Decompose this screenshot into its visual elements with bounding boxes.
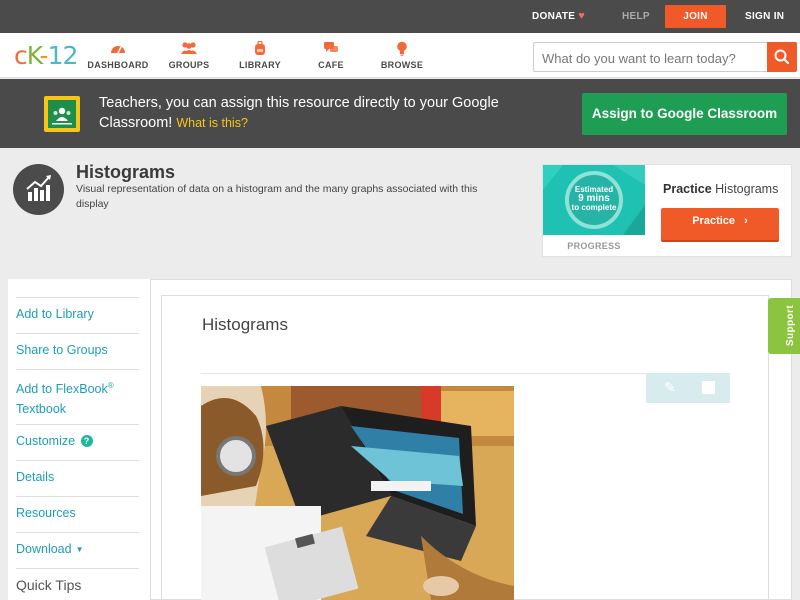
google-classroom-icon: [44, 96, 80, 132]
concept-chart-icon: [13, 164, 64, 215]
donate-label: DONATE: [532, 11, 576, 22]
search-box: [533, 42, 797, 72]
add-to-flexbook-textbook: Textbook: [16, 402, 67, 417]
quick-tips-heading[interactable]: Quick Tips: [16, 568, 139, 600]
nav-cafe[interactable]: CAFE: [296, 41, 366, 70]
lesson-photo: [201, 386, 514, 600]
join-button[interactable]: JOIN: [665, 5, 726, 28]
donate-link[interactable]: DONATE ♥: [532, 0, 585, 33]
main-nav-bar: cK-12 DASHBOARD GROUPS LIBRARY CAFE BROW…: [0, 33, 800, 78]
estimated-time-ring: Estimated 9 mins to complete: [565, 171, 623, 229]
add-to-library-link[interactable]: Add to Library: [16, 297, 139, 333]
concept-title: Histograms: [76, 162, 176, 182]
chat-bubbles-icon: [296, 41, 366, 57]
sign-in-link[interactable]: SIGN IN: [745, 0, 784, 33]
assign-to-google-classroom-button[interactable]: Assign to Google Classroom: [582, 93, 787, 135]
add-to-flexbook-link[interactable]: Add to FlexBook® Textbook: [16, 369, 139, 424]
practice-heading: Practice Histograms: [663, 182, 778, 196]
search-button[interactable]: [767, 42, 797, 72]
practice-heading-topic: Histograms: [715, 182, 779, 196]
share-to-groups-link[interactable]: Share to Groups: [16, 333, 139, 369]
nav-library[interactable]: LIBRARY: [225, 40, 295, 70]
google-classroom-banner: Teachers, you can assign this resource d…: [0, 79, 800, 148]
help-question-icon[interactable]: ?: [80, 435, 93, 447]
resources-link[interactable]: Resources: [16, 496, 139, 532]
ck12-logo[interactable]: cK-12: [14, 41, 78, 70]
nav-dashboard-label: DASHBOARD: [87, 60, 149, 70]
people-icon: [154, 41, 224, 57]
nav-browse[interactable]: BROWSE: [367, 41, 437, 70]
content-title: Histograms: [202, 315, 288, 334]
practice-card: Estimated 9 mins to complete PROGRESS Pr…: [542, 164, 792, 257]
concept-description: Visual representation of data on a histo…: [76, 183, 478, 210]
dashboard-gauge-icon: [83, 41, 153, 57]
edit-toolbar: ✎: [646, 373, 730, 403]
caret-down-icon: ▼: [75, 545, 84, 554]
search-input[interactable]: [542, 49, 762, 67]
support-label: Support: [785, 304, 797, 347]
notes-icon[interactable]: [702, 381, 715, 394]
classroom-banner-message: Teachers, you can assign this resource d…: [99, 95, 499, 131]
backpack-icon: [225, 40, 295, 57]
chevron-right-icon: ›: [744, 215, 748, 227]
ring-complete-label: to complete: [571, 203, 617, 212]
pencil-icon[interactable]: ✎: [664, 379, 676, 396]
progress-illustration: Estimated 9 mins to complete: [543, 165, 645, 235]
help-link[interactable]: HELP: [622, 0, 650, 33]
what-is-this-link[interactable]: What is this?: [176, 116, 248, 130]
top-utility-bar: DONATE ♥ HELP JOIN SIGN IN: [0, 0, 800, 33]
ring-minutes: 9 mins: [578, 193, 610, 204]
nav-dashboard[interactable]: DASHBOARD: [83, 41, 153, 70]
progress-label: PROGRESS: [567, 241, 621, 251]
download-label: Download: [16, 542, 72, 556]
customize-label: Customize: [16, 434, 76, 448]
nav-library-label: LIBRARY: [239, 60, 281, 70]
details-link[interactable]: Details: [16, 460, 139, 496]
search-icon: [774, 49, 790, 65]
customize-link[interactable]: Customize ?: [16, 424, 139, 460]
download-dropdown[interactable]: Download ▼: [16, 532, 139, 568]
add-to-flexbook-label: Add to FlexBook: [16, 382, 108, 397]
heart-icon: ♥: [578, 10, 586, 22]
nav-cafe-label: CAFE: [318, 60, 344, 70]
practice-button[interactable]: Practice ›: [661, 208, 779, 240]
nav-groups[interactable]: GROUPS: [154, 41, 224, 70]
nav-groups-label: GROUPS: [168, 60, 210, 70]
practice-heading-bold: Practice: [663, 182, 712, 196]
practice-button-label: Practice: [692, 215, 736, 227]
classroom-banner-text: Teachers, you can assign this resource d…: [99, 93, 519, 133]
nav-browse-label: BROWSE: [380, 60, 424, 70]
support-tab[interactable]: Support: [768, 298, 800, 354]
registered-mark: ®: [107, 381, 114, 390]
lightbulb-icon: [367, 41, 437, 57]
